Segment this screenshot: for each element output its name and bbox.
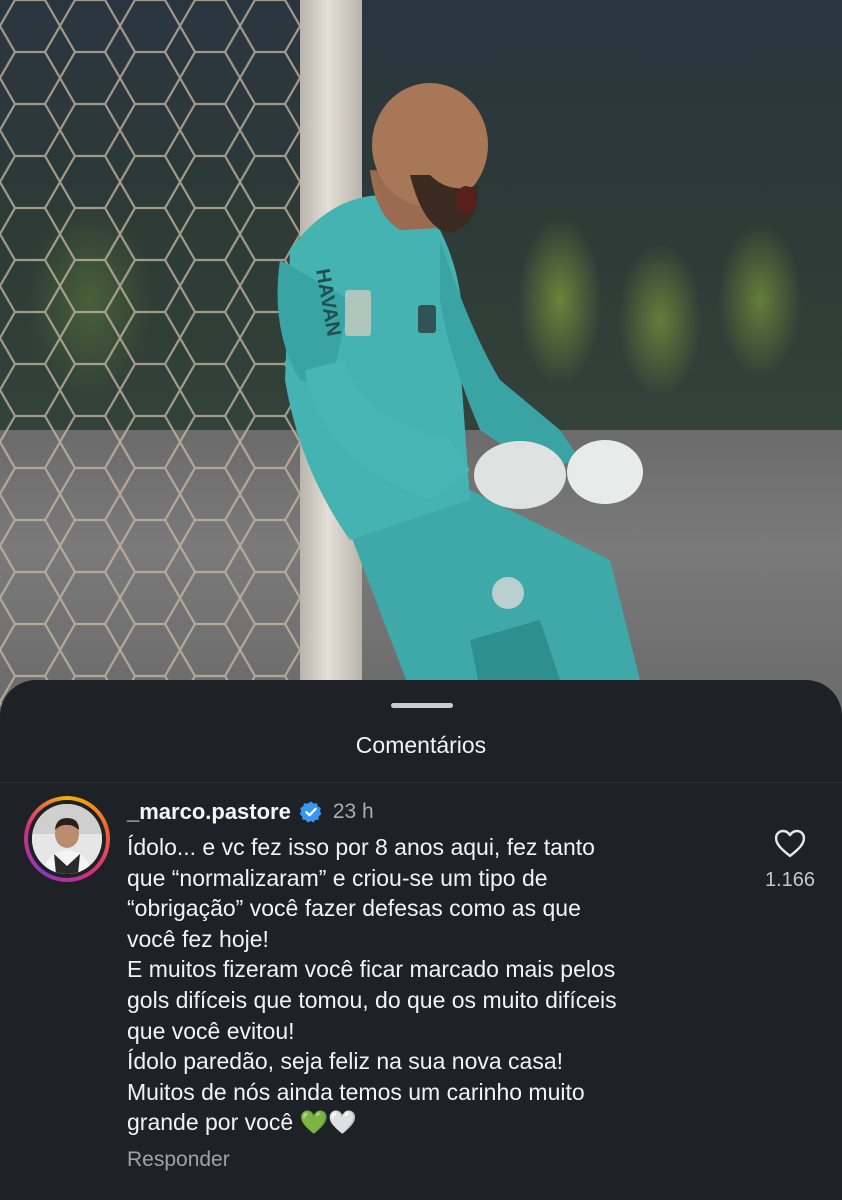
sheet-divider	[0, 782, 842, 783]
goalkeeper-figure: HAVAN	[277, 83, 643, 690]
comment-timestamp: 23 h	[332, 800, 374, 823]
reply-button[interactable]: Responder	[127, 1148, 747, 1172]
heart-outline-icon[interactable]	[773, 828, 807, 858]
verified-badge-icon	[299, 801, 322, 823]
avatar-story-ring[interactable]	[24, 796, 110, 882]
avatar-image	[32, 804, 102, 874]
sheet-title: Comentários	[355, 732, 487, 758]
avatar[interactable]	[32, 804, 102, 874]
comment-meta: _marco.pastore 23 h	[127, 798, 747, 826]
comment-text: Ídolo... e vc fez isso por 8 anos aqui, …	[127, 834, 617, 1136]
post-photo: HAVAN	[0, 0, 842, 720]
sheet-drag-handle[interactable]	[391, 703, 453, 708]
like-control: 1.166	[756, 828, 824, 892]
like-count: 1.166	[764, 869, 816, 891]
comment-username[interactable]: _marco.pastore	[127, 799, 291, 825]
comments-sheet: Comentários _marco.pastore 23 h Ídolo...…	[0, 680, 842, 1200]
comment: _marco.pastore 23 h Ídolo... e vc fez is…	[127, 798, 747, 1172]
